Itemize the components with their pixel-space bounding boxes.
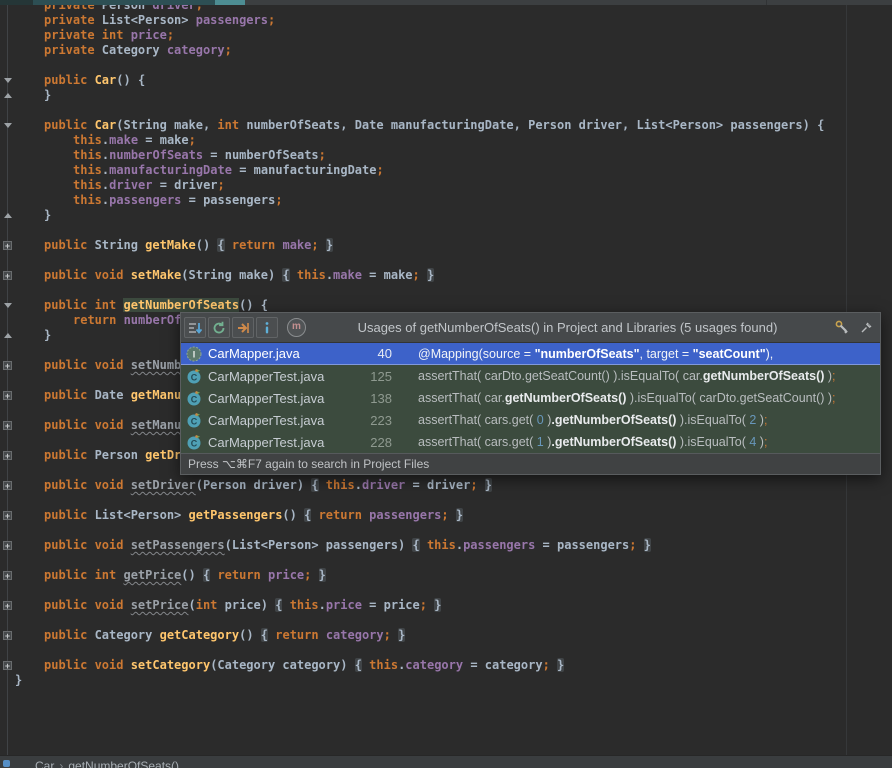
m-badge-icon[interactable]: m [287, 318, 306, 337]
active-tab-accent [215, 0, 245, 5]
code-line: public Car() { [44, 73, 146, 87]
breadcrumb-item[interactable]: Car [35, 759, 54, 768]
pin-icon[interactable] [859, 320, 874, 335]
popup-footer-hint: Press ⌥⌘F7 again to search in Project Fi… [181, 453, 880, 474]
editor-tab-strip[interactable] [0, 0, 892, 5]
code-line: public Car(String make, int numberOfSeat… [44, 118, 825, 132]
popup-header: m Usages of getNumberOfSeats() in Projec… [181, 313, 880, 343]
usage-line-number: 40 [377, 346, 392, 361]
breadcrumb: Car › getNumberOfSeats() [35, 759, 179, 768]
breadcrumb-class-icon [3, 760, 10, 767]
code-line: private Category category; [44, 43, 232, 57]
view-options-icon[interactable] [184, 317, 206, 338]
active-tab-underline [33, 0, 215, 5]
rerun-search-icon[interactable] [208, 317, 230, 338]
code-line: public void setPassengers(List<Person> p… [44, 538, 651, 552]
code-line: } [44, 88, 52, 102]
usage-line-number: 125 [370, 368, 392, 384]
usage-file-name: CarMapperTest.java [208, 434, 325, 450]
svg-text:C: C [191, 417, 198, 427]
code-line: this.manufacturingDate = manufacturingDa… [73, 163, 384, 177]
usage-code-preview: assertThat( car.getNumberOfSeats() ).isE… [418, 391, 836, 405]
svg-text:C: C [191, 373, 198, 383]
usage-row[interactable]: C CarMapperTest.java 138 assertThat( car.ge… [181, 387, 880, 409]
code-line: } [44, 208, 52, 222]
popup-toolbar [184, 317, 280, 338]
code-line: public Category getCategory() { return c… [44, 628, 406, 642]
popup-title: Usages of getNumberOfSeats() in Project … [357, 320, 778, 335]
code-line: public void setMake(String make) { this.… [44, 268, 435, 282]
usage-file-name: CarMapperTest.java [208, 412, 325, 428]
usage-row[interactable]: I CarMapper.java 40 @Mapping(source = "numb… [181, 343, 880, 365]
usage-file-name: CarMapperTest.java [208, 368, 325, 384]
usage-file-name: CarMapperTest.java [208, 390, 325, 406]
code-line: public int getPrice() { return price; } [44, 568, 326, 582]
usage-file-name: CarMapper.java [208, 346, 300, 361]
code-line: public void setPrice(int price) { this.p… [44, 598, 442, 612]
code-line: private int price; [44, 28, 175, 42]
usage-line-number: 138 [370, 390, 392, 406]
code-line: this.driver = driver; [73, 178, 225, 192]
test-class-file-icon: C [186, 412, 202, 428]
test-class-file-icon: C [186, 368, 202, 384]
code-line: this.passengers = passengers; [73, 193, 283, 207]
breadcrumb-bar: Car › getNumberOfSeats() [0, 755, 892, 768]
test-class-file-icon: C [186, 434, 202, 450]
svg-text:I: I [193, 349, 196, 359]
code-line: private List<Person> passengers; [44, 13, 276, 27]
ide-window: + + + + + + + + + + + + + private Person driver; priv… [0, 0, 892, 768]
breadcrumb-item[interactable]: getNumberOfSeats() [68, 759, 179, 768]
test-class-file-icon: C [186, 390, 202, 406]
usage-line-number: 228 [370, 434, 392, 450]
svg-text:C: C [191, 439, 198, 449]
code-line: public void setCategory(Category categor… [44, 658, 565, 672]
code-line: } [15, 673, 23, 687]
usage-row[interactable]: C CarMapperTest.java 228 assertThat( cars.g… [181, 431, 880, 453]
svg-text:C: C [191, 395, 198, 405]
usages-list: I CarMapper.java 40 @Mapping(source = "numb… [181, 343, 880, 453]
code-line: public String getMake() { return make; } [44, 238, 334, 252]
usage-code-preview: @Mapping(source = "numberOfSeats", targe… [418, 346, 774, 361]
tab-strip-segment [0, 0, 33, 5]
breadcrumb-separator: › [59, 759, 64, 768]
interface-file-icon: I [186, 346, 202, 362]
usage-code-preview: assertThat( carDto.getSeatCount() ).isEq… [418, 369, 836, 383]
usage-code-preview: assertThat( cars.get( 1 ).getNumberOfSea… [418, 435, 768, 449]
code-line: this.numberOfSeats = numberOfSeats; [73, 148, 326, 162]
tab-divider [766, 0, 767, 5]
usage-line-number: 223 [370, 412, 392, 428]
open-in-find-window-icon[interactable] [232, 317, 254, 338]
usage-row[interactable]: C CarMapperTest.java 223 assertThat( cars.g… [181, 409, 880, 431]
usage-row[interactable]: C CarMapperTest.java 125 assertThat( carDto… [181, 365, 880, 387]
find-usages-popup: m Usages of getNumberOfSeats() in Projec… [180, 312, 881, 475]
code-line: public int getNumberOfSeats() { [44, 298, 268, 312]
preview-info-icon[interactable] [256, 317, 278, 338]
usage-code-preview: assertThat( cars.get( 0 ).getNumberOfSea… [418, 413, 768, 427]
code-line: public List<Person> getPassengers() { re… [44, 508, 464, 522]
code-line: this.make = make; [73, 133, 196, 147]
popup-header-actions [833, 320, 874, 335]
code-line: public void setDriver(Person driver) { t… [44, 478, 493, 492]
settings-wrench-icon[interactable] [833, 320, 849, 335]
